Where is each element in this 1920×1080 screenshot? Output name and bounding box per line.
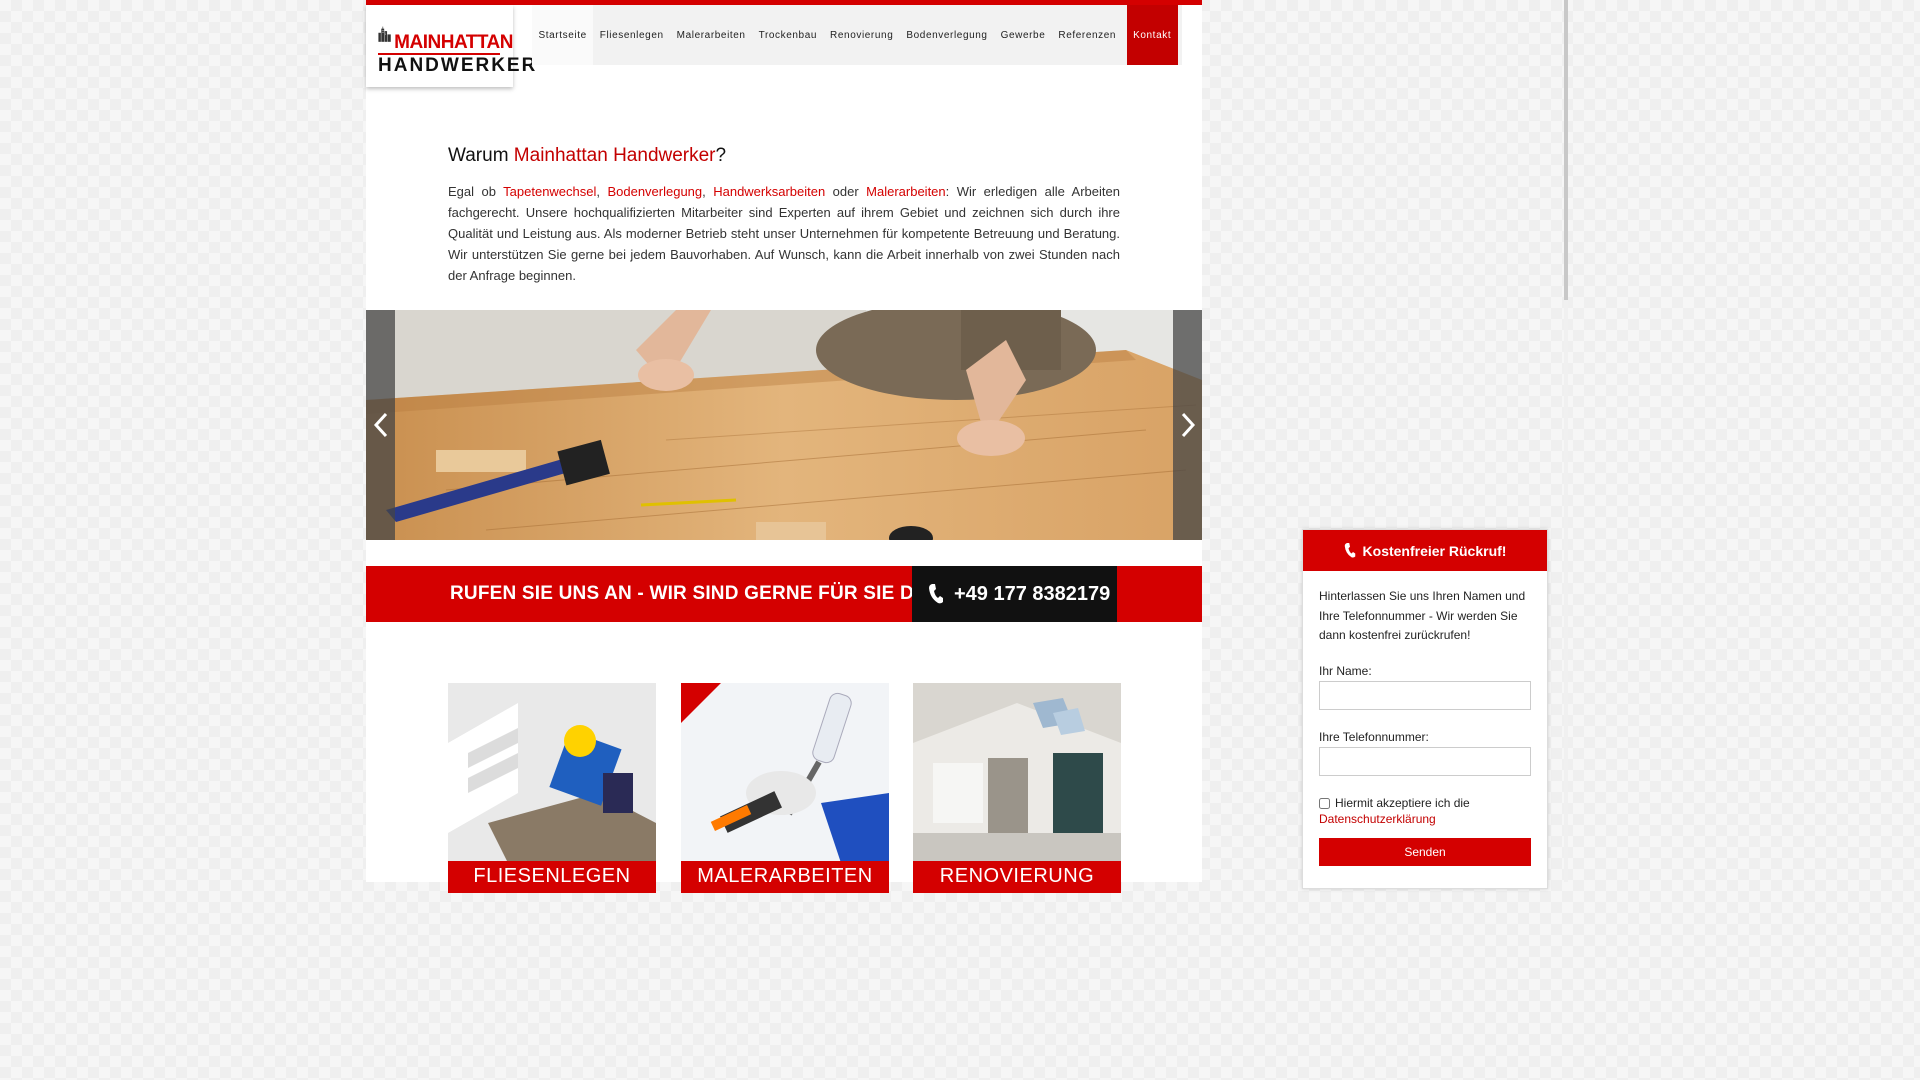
nav-item-startseite[interactable]: Startseite xyxy=(532,5,594,65)
main-navigation: Startseite Fliesenlegen Malerarbeiten Tr… xyxy=(532,5,1182,65)
logo-top-row: MAINHATTAN xyxy=(378,15,513,53)
name-input[interactable] xyxy=(1319,680,1531,710)
link-malerarbeiten[interactable]: Malerarbeiten xyxy=(866,184,946,199)
scrollbar-thumb[interactable] xyxy=(1564,0,1568,300)
link-bodenverlegung[interactable]: Bodenverlegung xyxy=(607,184,702,199)
intro-sep-1: , xyxy=(596,184,608,199)
chevron-right-icon xyxy=(1181,412,1195,438)
logo-text-line1: MAINHATTAN xyxy=(394,32,513,53)
intro-paragraph: Egal ob Tapetenwechsel, Bodenverlegung, … xyxy=(448,181,1120,286)
phone-input[interactable] xyxy=(1319,746,1531,776)
service-card-malerarbeiten[interactable]: MALERARBEITEN xyxy=(681,683,889,893)
scrollbar[interactable] xyxy=(1564,0,1568,882)
consent-checkbox[interactable] xyxy=(1319,797,1330,809)
service-card-label: RENOVIERUNG xyxy=(913,861,1121,893)
nav-item-gewerbe[interactable]: Gewerbe xyxy=(994,5,1052,65)
service-image-renovierung xyxy=(913,683,1121,863)
callback-body: Hinterlassen Sie uns Ihren Namen und Ihr… xyxy=(1303,571,1547,866)
callback-title: Kostenfreier Rückruf! xyxy=(1362,542,1507,559)
site-logo[interactable]: MAINHATTAN HANDWERKER xyxy=(366,5,538,87)
nav-item-bodenverlegung[interactable]: Bodenverlegung xyxy=(900,5,994,65)
service-card-renovierung[interactable]: RENOVIERUNG xyxy=(913,683,1121,893)
chevron-left-icon xyxy=(373,412,387,438)
call-to-action-text: RUFEN SIE UNS AN - WIR SIND GERNE FÜR SI… xyxy=(450,583,935,604)
call-to-action-bar: RUFEN SIE UNS AN - WIR SIND GERNE FÜR SI… xyxy=(366,566,1202,622)
nav-item-malerarbeiten[interactable]: Malerarbeiten xyxy=(670,5,752,65)
nav-item-fliesenlegen[interactable]: Fliesenlegen xyxy=(593,5,670,65)
service-card-label: FLIESENLEGEN xyxy=(448,861,656,893)
slider-prev-button[interactable] xyxy=(366,310,395,540)
send-button[interactable]: Senden xyxy=(1319,837,1531,866)
logo-text-line2: HANDWERKER xyxy=(378,53,538,76)
slider-next-button[interactable] xyxy=(1173,310,1202,540)
service-cards: FLIESENLEGEN MALERARBEITEN RENOVIERUNG xyxy=(448,683,1121,893)
service-image-fliesenlegen xyxy=(448,683,656,863)
privacy-policy-link[interactable]: Datenschutzerklärung xyxy=(1319,812,1531,826)
intro-heading: Warum Mainhattan Handwerker? xyxy=(448,145,1120,167)
intro-heading-prefix: Warum xyxy=(448,145,514,166)
intro-sep-2: , xyxy=(702,184,714,199)
phone-number-button[interactable]: +49 177 8382179 xyxy=(912,566,1117,622)
service-card-label: MALERARBEITEN xyxy=(681,861,889,893)
logo-buildings-icon xyxy=(378,26,391,42)
image-slider xyxy=(366,310,1202,540)
intro-sep-3: oder xyxy=(825,184,867,199)
nav-item-referenzen[interactable]: Referenzen xyxy=(1052,5,1123,65)
callback-description: Hinterlassen Sie uns Ihren Namen und Ihr… xyxy=(1319,589,1526,642)
consent-text: Hiermit akzeptiere ich die xyxy=(1335,795,1470,810)
phone-icon xyxy=(929,584,943,604)
phone-label: Ihre Telefonnummer: xyxy=(1319,729,1429,744)
intro-heading-brand: Mainhattan Handwerker xyxy=(513,145,716,166)
link-tapetenwechsel[interactable]: Tapetenwechsel xyxy=(503,184,596,199)
service-image-malerarbeiten xyxy=(681,683,889,863)
phone-icon xyxy=(1344,543,1355,558)
consent-row: Hiermit akzeptiere ich die xyxy=(1319,796,1531,810)
callback-widget: Kostenfreier Rückruf! Hinterlassen Sie u… xyxy=(1302,529,1548,889)
name-label: Ihr Name: xyxy=(1319,663,1372,678)
link-handwerksarbeiten[interactable]: Handwerksarbeiten xyxy=(713,184,825,199)
intro-section: Warum Mainhattan Handwerker? Egal ob Tap… xyxy=(448,145,1120,286)
nav-item-renovierung[interactable]: Renovierung xyxy=(824,5,900,65)
phone-number: +49 177 8382179 xyxy=(954,582,1111,605)
page-container: MAINHATTAN HANDWERKER Startseite Fliesen… xyxy=(366,0,1202,893)
intro-text-start: Egal ob xyxy=(448,184,504,199)
callback-header[interactable]: Kostenfreier Rückruf! xyxy=(1303,530,1547,571)
nav-item-kontakt[interactable]: Kontakt xyxy=(1126,5,1178,65)
slider-image-floor-laying xyxy=(366,310,1202,540)
intro-heading-suffix: ? xyxy=(715,145,727,166)
service-card-fliesenlegen[interactable]: FLIESENLEGEN xyxy=(448,683,656,893)
nav-item-trockenbau[interactable]: Trockenbau xyxy=(752,5,823,65)
